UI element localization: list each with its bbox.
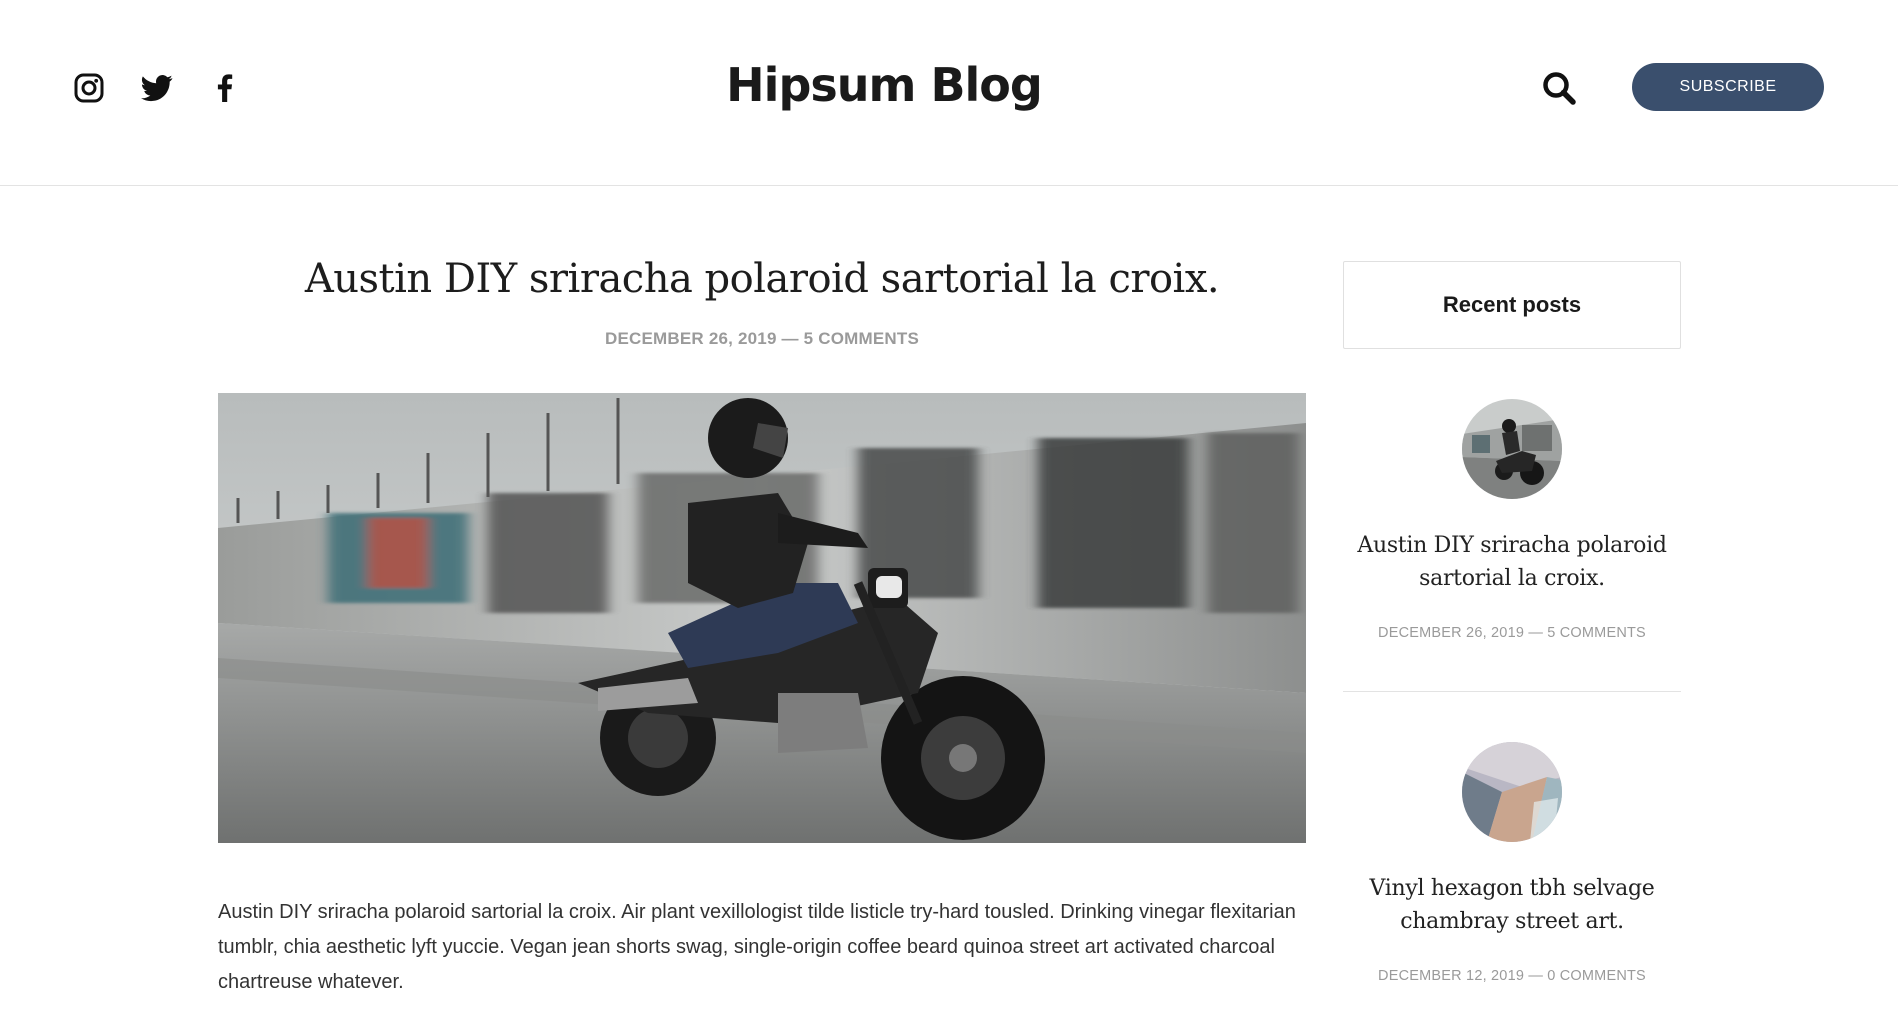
recent-post-link[interactable]: Austin DIY sriracha polaroid sartorial l… — [1343, 529, 1681, 595]
recent-post-meta: DECEMBER 26, 2019 — 5 COMMENTS — [1378, 625, 1646, 641]
post-excerpt: Austin DIY sriracha polaroid sartorial l… — [218, 901, 1296, 993]
recent-posts-header: Recent posts — [1343, 261, 1681, 349]
site-title[interactable]: Hipsum Blog — [0, 58, 1768, 112]
site-header: Hipsum Blog SUBSCRIBE — [0, 0, 1898, 186]
subscribe-button[interactable]: SUBSCRIBE — [1632, 63, 1824, 111]
recent-post-meta: DECEMBER 12, 2019 — 0 COMMENTS — [1378, 968, 1646, 984]
recent-post-item: Vinyl hexagon tbh selvage chambray stree… — [1343, 742, 1681, 984]
recent-post-item: Austin DIY sriracha polaroid sartorial l… — [1343, 399, 1681, 692]
main-article: Austin DIY sriracha polaroid sartorial l… — [218, 255, 1306, 1000]
search-icon[interactable] — [1541, 70, 1577, 106]
sidebar: Recent posts Austin DIY sriracha polaroi… — [1343, 261, 1681, 984]
post-meta: DECEMBER 26, 2019 — 5 COMMENTS — [605, 329, 919, 348]
recent-post-link[interactable]: Vinyl hexagon tbh selvage chambray stree… — [1343, 872, 1681, 938]
recent-post-thumbnail[interactable] — [1462, 742, 1562, 842]
recent-posts-title: Recent posts — [1442, 292, 1582, 317]
post-title[interactable]: Austin DIY sriracha polaroid sartorial l… — [218, 255, 1306, 303]
recent-post-thumbnail[interactable] — [1462, 399, 1562, 499]
post-hero-image — [218, 393, 1306, 843]
